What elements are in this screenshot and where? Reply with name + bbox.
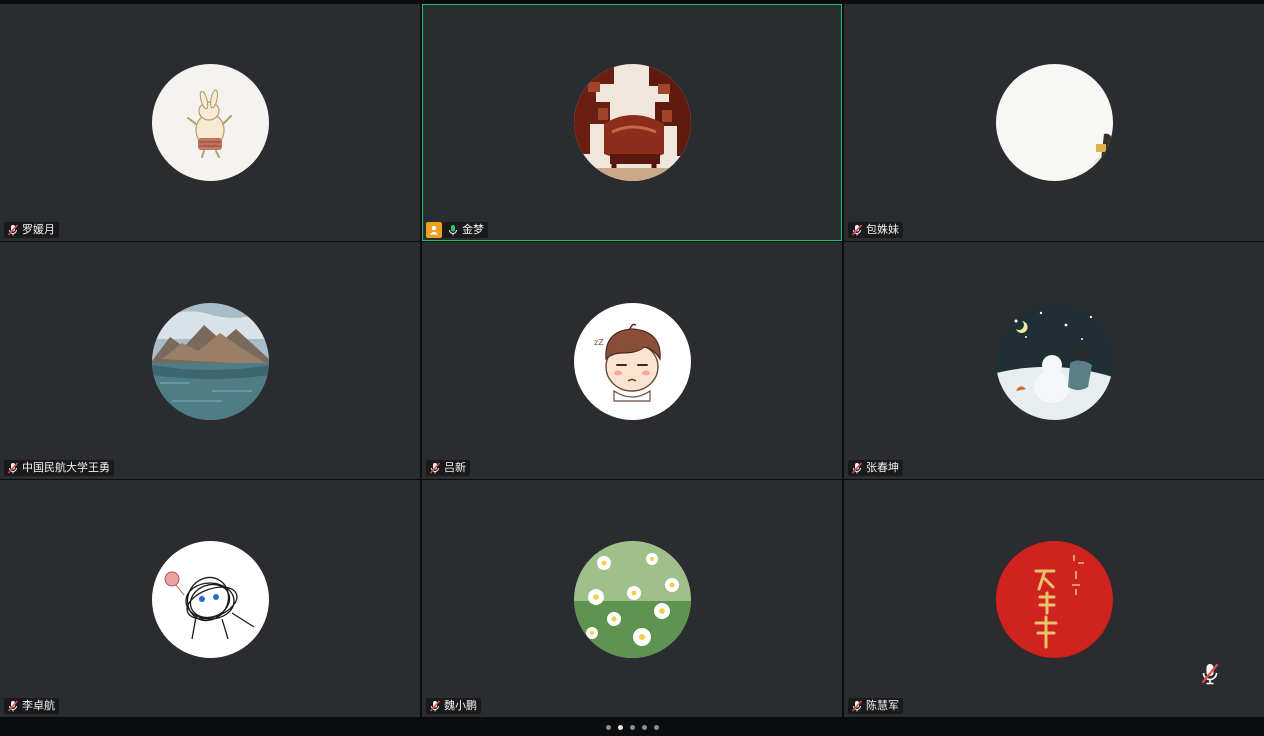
participant-name: 金梦 [462, 223, 484, 236]
red-calligraphy-avatar-icon [996, 541, 1113, 658]
participant-tile[interactable]: 罗媛月 [0, 4, 420, 241]
muted-microphone-icon [851, 462, 863, 474]
svg-text:zZ: zZ [594, 338, 604, 347]
muted-microphone-icon [7, 224, 19, 236]
participant-name: 包姝妹 [866, 223, 899, 236]
muted-microphone-icon [429, 700, 441, 712]
participant-name: 陈慧军 [866, 699, 899, 712]
snowman-avatar-icon [996, 303, 1113, 420]
white-avatar-icon [996, 64, 1113, 181]
muted-microphone-icon [7, 462, 19, 474]
participant-name: 吕新 [444, 461, 466, 474]
participant-name-tag: 中国民航大学王勇 [4, 460, 114, 476]
participant-tile[interactable]: zZ 吕新 [422, 242, 842, 479]
participant-name-tag: 金梦 [426, 222, 488, 238]
participant-name-tag: 李卓航 [4, 698, 59, 714]
muted-microphone-icon [7, 700, 19, 712]
participant-name-tag: 包姝妹 [848, 222, 903, 238]
muted-microphone-icon [429, 462, 441, 474]
participant-name: 李卓航 [22, 699, 55, 712]
page-dot-5[interactable] [653, 724, 659, 730]
rabbit-avatar-icon [152, 64, 269, 181]
self-microphone-toggle[interactable] [1199, 662, 1221, 686]
participant-name: 张春坤 [866, 461, 899, 474]
page-dot-4[interactable] [641, 724, 647, 730]
mountain-lake-avatar-icon [152, 303, 269, 420]
participant-tile[interactable]: 李卓航 [0, 480, 420, 717]
participant-tile[interactable]: 包姝妹 [844, 4, 1264, 241]
participant-tile[interactable]: 魏小鹏 [422, 480, 842, 717]
page-dot-3[interactable] [629, 724, 635, 730]
scribble-avatar-icon [152, 541, 269, 658]
muted-microphone-icon [851, 224, 863, 236]
page-dot-1[interactable] [605, 724, 611, 730]
page-dot-2[interactable] [617, 724, 623, 730]
participant-name-tag: 陈慧军 [848, 698, 903, 714]
host-badge-icon [426, 222, 442, 238]
participant-name-tag: 罗媛月 [4, 222, 59, 238]
participant-tile-active-speaker[interactable]: 金梦 [422, 4, 842, 241]
participant-grid: 罗媛月 金梦 包姝妹 中国民航大学王勇 zZ 吕新 张春坤 李卓航 魏小鹏 陈慧… [0, 4, 1264, 718]
participant-name-tag: 魏小鹏 [426, 698, 481, 714]
meeting-gallery-window: 罗媛月 金梦 包姝妹 中国民航大学王勇 zZ 吕新 张春坤 李卓航 魏小鹏 陈慧… [0, 0, 1264, 736]
muted-microphone-icon [1201, 663, 1219, 685]
participant-name: 中国民航大学王勇 [22, 461, 110, 474]
cartoon-boy-avatar-icon: zZ [574, 303, 691, 420]
participant-tile[interactable]: 中国民航大学王勇 [0, 242, 420, 479]
muted-microphone-icon [851, 700, 863, 712]
participant-name-tag: 吕新 [426, 460, 470, 476]
participant-name-tag: 张春坤 [848, 460, 903, 476]
carved-chair-avatar-icon [574, 64, 691, 181]
daisies-avatar-icon [574, 541, 691, 658]
participant-name: 魏小鹏 [444, 699, 477, 712]
page-indicator [0, 718, 1264, 736]
microphone-on-icon [447, 224, 459, 236]
participant-name: 罗媛月 [22, 223, 55, 236]
participant-tile[interactable]: 张春坤 [844, 242, 1264, 479]
